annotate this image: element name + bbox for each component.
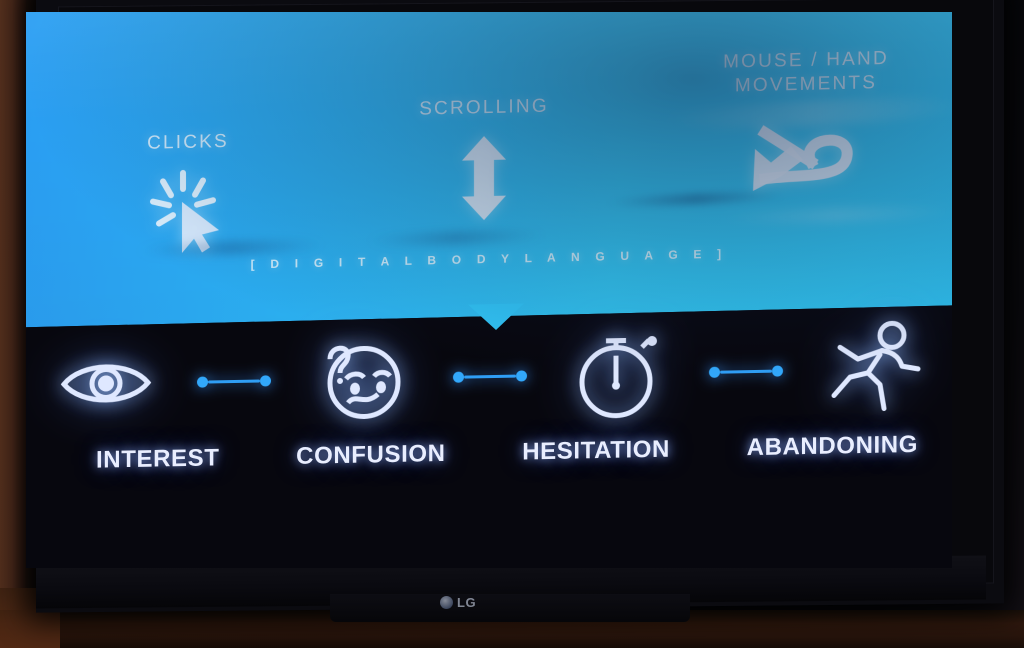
confused-face-icon xyxy=(306,331,418,425)
user-journey-stages: INTEREST CONFUSION HESITATION ABANDONING xyxy=(26,294,952,568)
click-cursor-icon xyxy=(88,167,288,258)
dotted-line-connector-icon xyxy=(418,369,562,384)
lg-logo-mark-icon xyxy=(440,596,453,609)
connector-dot-right xyxy=(516,369,527,382)
connector-line xyxy=(720,369,772,374)
connector-line xyxy=(464,374,516,379)
connector-dot-left xyxy=(453,371,464,383)
signal-clicks-label: CLICKS xyxy=(147,130,229,154)
vertical-double-arrow-icon xyxy=(374,132,594,225)
stage-label-interest: INTEREST xyxy=(96,444,220,474)
running-person-icon xyxy=(818,318,930,420)
stage-labels-row: INTEREST CONFUSION HESITATION ABANDONING xyxy=(50,431,930,476)
eye-icon xyxy=(50,356,162,410)
tv-foot xyxy=(330,594,690,622)
signal-clicks: CLICKS xyxy=(88,129,288,258)
lg-logo-text: LG xyxy=(457,595,477,610)
connector-dot-left xyxy=(709,366,720,378)
connector-dot-right xyxy=(772,364,783,377)
connector-dot-right xyxy=(260,374,271,387)
signal-mouse-hand-movements-label: MOUSE / HAND MOVEMENTS xyxy=(666,46,946,101)
stage-label-abandoning: ABANDONING xyxy=(746,430,918,462)
signal-scrolling-label: SCROLLING xyxy=(419,95,549,120)
lg-brand-logo: LG xyxy=(440,595,476,610)
stage-label-hesitation: HESITATION xyxy=(522,435,670,466)
dotted-line-connector-icon xyxy=(674,364,818,379)
signal-label-line-2: MOVEMENTS xyxy=(734,72,878,97)
signal-label-line-1: MOUSE / HAND xyxy=(723,47,889,73)
signals-row: CLICKS SCROLLING MOUSE / HAND MOVEMENTS xyxy=(26,12,952,323)
signal-mouse-hand-movements: MOUSE / HAND MOVEMENTS xyxy=(666,46,946,199)
stopwatch-icon xyxy=(562,325,674,423)
stage-label-confusion: CONFUSION xyxy=(296,439,446,470)
looping-arrow-icon xyxy=(666,108,946,198)
signal-scrolling: SCROLLING xyxy=(374,94,594,225)
connector-dot-left xyxy=(197,376,208,388)
tv-screen: CLICKS SCROLLING MOUSE / HAND MOVEMENTS … xyxy=(26,12,952,568)
stage-icons-row xyxy=(50,313,930,440)
dotted-line-connector-icon xyxy=(162,374,306,389)
connector-line xyxy=(208,379,260,384)
